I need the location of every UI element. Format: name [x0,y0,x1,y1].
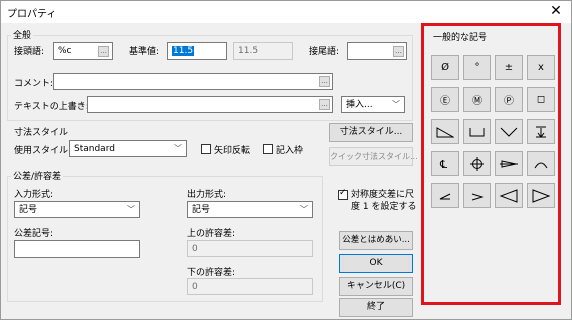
depth-symbol-button[interactable] [527,119,555,144]
symmetry-checkbox[interactable] [338,188,348,200]
plus-minus-symbol-button[interactable]: ± [495,55,523,80]
lower-tolerance-input[interactable]: 0 [187,278,313,295]
common-symbols-panel: 一般的な記号 Ø ° ± x Ⓔ Ⓜ Ⓟ ◻ ℄ [421,23,561,305]
slope-symbol-button[interactable] [431,119,459,144]
dimension-style-button[interactable]: 寸法スタイル... [329,123,413,142]
taper-left-symbol-button[interactable] [495,183,523,208]
counterbore-icon [469,127,485,136]
close-icon[interactable]: ✕ [547,2,565,20]
svg-text:℄: ℄ [439,158,447,171]
counterbore-symbol-button[interactable] [463,119,491,144]
tolerance-symbol-label: 公差記号: [14,229,54,239]
properties-window: プロパティ ✕ 全般 接頭語: %c ... 基準値: 11.5 11.5 接尾… [0,0,572,320]
base-display: 11.5 [233,42,293,60]
angle-right-icon [471,193,484,200]
window-title: プロパティ [7,9,57,20]
countersink-symbol-button[interactable] [495,119,523,144]
override-input[interactable] [87,96,333,113]
depth-icon [536,126,546,138]
diameter-symbol-button[interactable]: Ø [431,55,459,80]
use-style-label: 使用スタイル: [14,146,72,156]
degree-symbol-button[interactable]: ° [463,55,491,80]
taper-right-symbol-button[interactable] [527,183,555,208]
common-symbols-title: 一般的な記号 [433,33,488,43]
conical-taper-icon [500,159,518,168]
use-style-dropdown[interactable]: Standard ﹀ [69,140,187,157]
suffix-label: 接尾語: [309,47,340,57]
dim-style-title: 寸法スタイル [14,128,69,138]
prefix-label: 接頭語: [14,47,45,57]
comment-more-button[interactable]: ... [319,76,330,87]
output-format-dropdown[interactable]: 記号 ﹀ [187,201,313,218]
upper-tolerance-label: 上の許容差: [187,229,236,239]
input-format-dropdown[interactable]: 記号 ﹀ [14,201,140,218]
insert-dropdown[interactable]: 挿入... ﹀ [341,96,405,113]
upper-tolerance-input[interactable]: 0 [187,240,313,257]
angle-left-icon [439,193,451,199]
base-label: 基準値: [129,47,160,57]
center-mark-symbol-button[interactable] [463,151,491,176]
centerline-symbol-button[interactable]: ℄ [431,151,459,176]
comment-input[interactable] [53,73,333,90]
centerline-icon: ℄ [439,158,447,171]
prefix-more-button[interactable]: ... [98,46,109,57]
chevron-down-icon: ﹀ [174,144,182,153]
multiply-symbol-button[interactable]: x [527,55,555,80]
circle-p-symbol-button[interactable]: Ⓟ [495,87,523,112]
general-group-title: 全般 [11,28,34,41]
angle-left-symbol-button[interactable] [431,183,459,208]
reverse-arrow-label: 矢印反転 [214,146,251,156]
reverse-arrow-checkbox[interactable] [201,144,211,154]
taper-left-icon [499,188,518,203]
output-format-label: 出力形式: [187,190,227,200]
angle-right-symbol-button[interactable] [463,183,491,208]
quick-dimension-style-button[interactable]: クイック寸法スタイル... [329,147,418,166]
lower-tolerance-label: 下の許容差: [187,268,236,278]
arc-length-icon [534,162,548,168]
slope-icon [436,126,454,137]
input-format-label: 入力形式: [14,190,54,200]
chevron-down-icon: ﹀ [392,100,400,109]
taper-right-icon [532,188,551,203]
record-frame-label: 記入枠 [276,146,304,156]
override-label: テキストの上書き: [14,102,89,112]
conical-taper-symbol-button[interactable] [495,151,523,176]
base-input[interactable]: 11.5 [167,42,227,60]
title-bar: プロパティ ✕ [1,1,571,23]
end-button[interactable]: 終了 [339,298,413,317]
record-frame-checkbox[interactable] [263,144,273,154]
countersink-icon [500,127,518,137]
tolerance-symbol-input[interactable] [14,240,140,258]
chevron-down-icon: ﹀ [300,205,308,214]
tolerance-group-title: 公差/許容差 [11,169,64,182]
symmetry-label-2: 度 1 を設定する [351,202,417,212]
circle-e-symbol-button[interactable]: Ⓔ [431,87,459,112]
suffix-more-button[interactable]: ... [393,46,404,57]
override-more-button[interactable]: ... [319,99,330,110]
center-mark-icon [470,156,484,171]
arc-length-symbol-button[interactable] [527,151,555,176]
square-symbol-button[interactable]: ◻ [527,87,555,112]
comment-label: コメント: [14,79,54,89]
cancel-button[interactable]: キャンセル(C) [339,277,413,296]
circle-m-symbol-button[interactable]: Ⓜ [463,87,491,112]
fit-tolerance-button[interactable]: 公差とはめあい... [339,231,413,250]
chevron-down-icon: ﹀ [127,205,135,214]
ok-button[interactable]: OK [339,254,413,273]
